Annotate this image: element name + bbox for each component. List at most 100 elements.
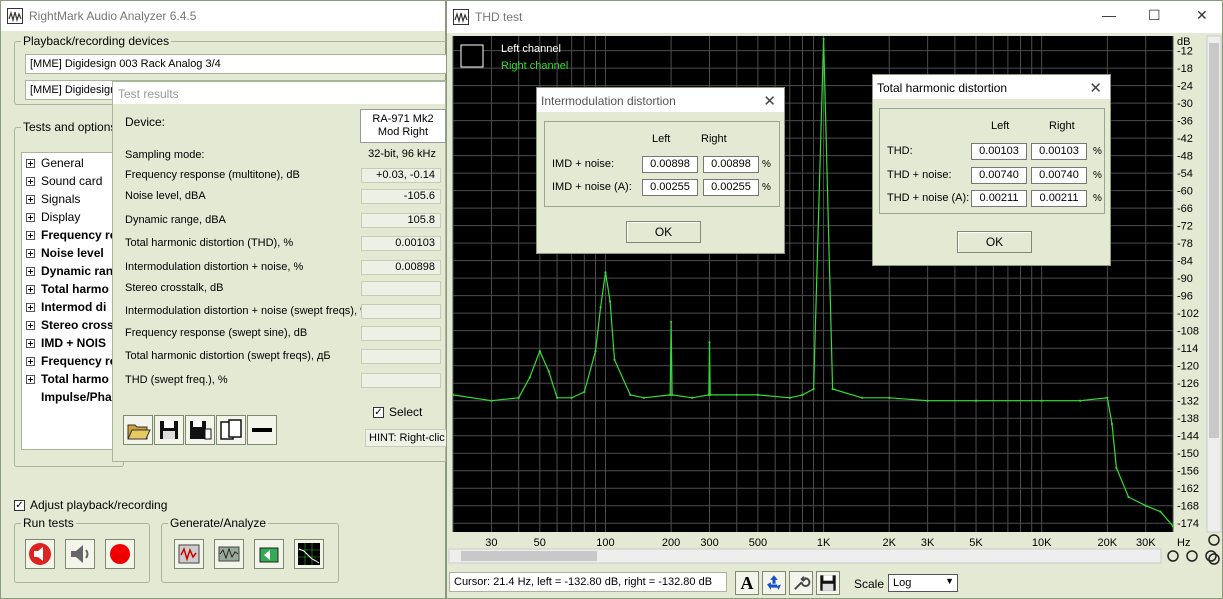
adjust-checkbox[interactable]: ✓ <box>14 499 25 511</box>
expand-plus-icon[interactable] <box>26 248 35 258</box>
expand-plus-icon[interactable] <box>26 320 35 330</box>
zoom-out-icon[interactable] <box>1186 550 1198 562</box>
right-value-field[interactable]: 0.00103 <box>1031 143 1087 160</box>
imd-col-right: Right <box>701 133 727 145</box>
right-value-field[interactable]: 0.00740 <box>1031 167 1087 184</box>
expand-plus-icon[interactable] <box>26 338 35 348</box>
select-label: Select <box>389 405 423 419</box>
stop-playback-button[interactable] <box>25 539 55 569</box>
right-value-field[interactable]: 0.00211 <box>1031 190 1087 207</box>
expand-plus-icon[interactable] <box>26 176 35 186</box>
close-icon[interactable]: ✕ <box>763 92 776 110</box>
result-label: Sampling mode: <box>125 149 205 161</box>
open-results-button[interactable] <box>123 415 153 445</box>
expand-plus-icon[interactable] <box>26 266 35 276</box>
record-button[interactable] <box>105 539 135 569</box>
tree-item[interactable]: Total harmo <box>26 372 109 386</box>
tree-item[interactable]: Frequency re <box>26 228 116 242</box>
save-as-button[interactable] <box>185 415 215 445</box>
scale-value: Log <box>893 577 912 589</box>
zoom-in-vertical-icon[interactable] <box>1208 534 1220 546</box>
main-title-bar[interactable]: RightMark Audio Analyzer 6.4.5 <box>1 1 445 31</box>
tree-item[interactable]: Noise level <box>26 246 104 260</box>
tree-item[interactable]: Impulse/Pha <box>26 390 112 404</box>
spectrum-point <box>1115 466 1118 469</box>
maximize-icon[interactable]: ☐ <box>1148 7 1161 24</box>
db-tick-label: -24 <box>1177 81 1193 93</box>
tree-item-label: Display <box>41 210 81 224</box>
close-icon[interactable]: ✕ <box>1196 7 1208 24</box>
save-results-button[interactable] <box>154 415 184 445</box>
expand-plus-icon[interactable] <box>26 194 35 204</box>
record-icon <box>110 544 130 564</box>
tree-item[interactable]: Sound card <box>26 174 102 188</box>
zoom-in-icon[interactable] <box>1167 550 1179 562</box>
thd-dialog-title-bar[interactable]: Total harmonic distortion <box>873 75 1110 99</box>
spectrum-point <box>708 341 711 344</box>
tree-item[interactable]: Stereo cross <box>26 318 114 332</box>
thd-title-bar[interactable]: THD test — ☐ ✕ <box>447 1 1222 33</box>
db-tick-label: -48 <box>1177 151 1193 163</box>
expand-plus-icon[interactable] <box>26 230 35 240</box>
tests-group: Tests and options General Sound card Signa… <box>14 120 124 467</box>
tree-item[interactable]: Total harmo <box>26 282 109 296</box>
tree-item[interactable]: Intermod di <box>26 300 106 314</box>
zoom-reset-icon[interactable] <box>1205 550 1217 562</box>
close-icon[interactable]: ✕ <box>1089 79 1102 97</box>
generate-group: Generate/Analyze <box>161 516 339 583</box>
spectrum-point <box>594 350 597 353</box>
expand-plus-icon[interactable] <box>26 374 35 384</box>
tree-item[interactable]: IMD + NOIS <box>26 336 106 350</box>
tree-item[interactable]: Dynamic ran <box>26 264 113 278</box>
left-value-field[interactable]: 0.00255 <box>642 179 698 196</box>
left-value-field[interactable]: 0.00898 <box>642 156 698 173</box>
result-value <box>361 373 441 388</box>
tree-item[interactable]: General <box>26 156 84 170</box>
tree-item[interactable]: Signals <box>26 192 80 206</box>
spectrum-point <box>860 396 864 399</box>
left-value-field[interactable]: 0.00103 <box>971 143 1027 160</box>
spectrum-point <box>613 358 616 361</box>
play-sound-button[interactable] <box>65 539 95 569</box>
expand-plus-icon[interactable] <box>26 284 35 294</box>
right-value-field[interactable]: 0.00255 <box>703 179 759 196</box>
zoom-out-vertical-icon[interactable] <box>1208 553 1220 565</box>
adjust-checkbox-row[interactable]: ✓ Adjust playback/recording <box>14 498 167 512</box>
generate-wave-button[interactable] <box>214 539 244 569</box>
imd-ok-button[interactable]: OK <box>626 221 701 243</box>
result-value <box>361 326 441 341</box>
playback-device-select[interactable]: [MME] Digidesign 003 Rack Analog 3/4 <box>25 54 455 74</box>
remove-button[interactable] <box>247 415 277 445</box>
result-value: +0.03, -0.14 <box>361 168 441 183</box>
compare-button[interactable] <box>216 415 246 445</box>
font-button[interactable]: A <box>735 571 759 595</box>
left-value-field[interactable]: 0.00740 <box>971 167 1027 184</box>
tree-item[interactable]: Frequency re <box>26 354 116 368</box>
expand-plus-icon[interactable] <box>26 302 35 312</box>
imd-dialog-title-bar[interactable]: Intermodulation distortion <box>537 88 784 112</box>
wave-save-icon <box>178 544 200 564</box>
thd-ok-button[interactable]: OK <box>957 231 1032 253</box>
spectrum-button[interactable] <box>294 539 324 569</box>
db-tick-label: -156 <box>1177 466 1199 478</box>
select-checkbox-row[interactable]: ✓ Select <box>373 405 422 419</box>
result-label: Stereo crosstalk, dB <box>125 282 224 294</box>
refresh-button[interactable] <box>762 571 786 595</box>
row-label: THD: <box>887 145 913 157</box>
generate-save-button[interactable] <box>174 539 204 569</box>
result-label: Intermodulation distortion + noise (swep… <box>125 305 370 317</box>
expand-plus-icon[interactable] <box>26 212 35 222</box>
analyze-open-button[interactable] <box>254 539 284 569</box>
expand-plus-icon[interactable] <box>26 158 35 168</box>
test-results-title-bar[interactable]: Test results <box>113 82 445 104</box>
select-checkbox[interactable]: ✓ <box>373 406 384 418</box>
minimize-icon[interactable]: — <box>1102 7 1116 23</box>
tree-item[interactable]: Display <box>26 210 80 224</box>
scale-select[interactable]: Log ▼ <box>888 574 958 592</box>
right-value-field[interactable]: 0.00898 <box>703 156 759 173</box>
settings-button[interactable] <box>789 571 813 595</box>
expand-plus-icon[interactable] <box>26 356 35 366</box>
tests-tree[interactable]: General Sound card Signals Display Frequency… <box>21 152 121 450</box>
left-value-field[interactable]: 0.00211 <box>971 190 1027 207</box>
save-graph-button[interactable] <box>816 571 840 595</box>
